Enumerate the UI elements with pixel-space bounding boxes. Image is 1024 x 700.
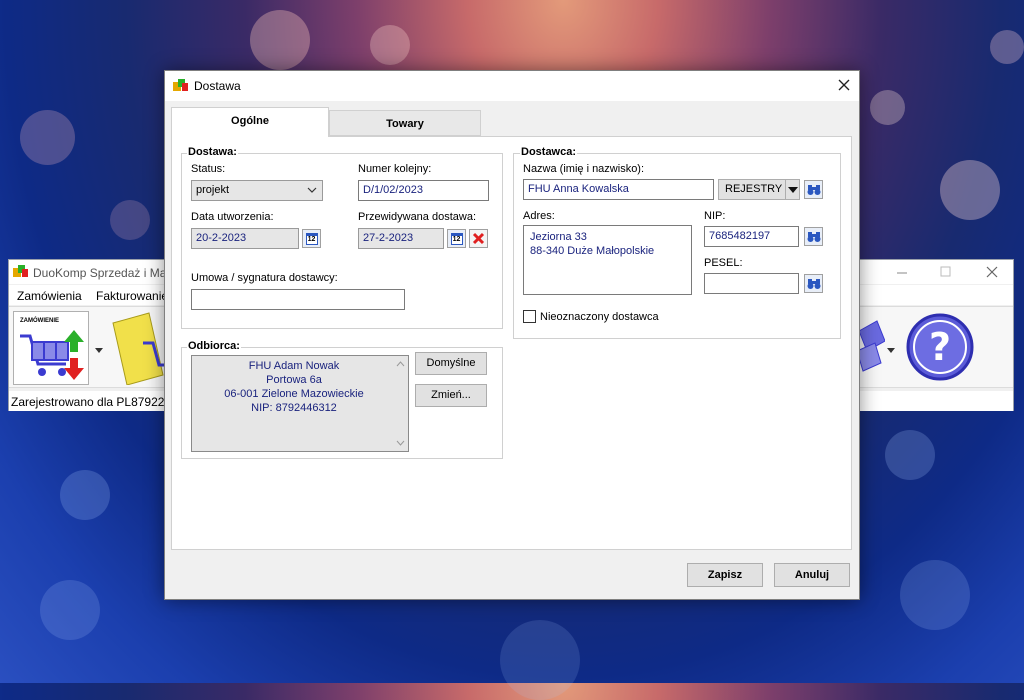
adres-label: Adres: [523,210,555,222]
nazwa-label: Nazwa (imię i nazwisko): [523,163,645,175]
status-select[interactable]: projekt [191,180,323,201]
nieoznaczony-label[interactable]: Nieoznaczony dostawca [540,311,659,323]
scroll-up-icon[interactable] [396,361,405,367]
clear-date-button[interactable] [469,229,488,248]
chevron-down-icon [307,187,317,193]
numer-label: Numer kolejny: [358,163,432,175]
data-utworzenia-field[interactable]: 20-2-2023 [191,228,299,249]
status-value: projekt [196,184,230,196]
help-icon[interactable]: ? [905,312,975,382]
zmien-button[interactable]: Zmień... [415,384,487,407]
odbiorca-address-box[interactable]: FHU Adam Nowak Portowa 6a 06-001 Zielone… [191,355,409,452]
tab-towary[interactable]: Towary [329,110,481,136]
domyslne-button[interactable]: Domyślne [415,352,487,375]
app-logo-icon [13,265,29,278]
orders-toolbar-button[interactable]: ZAMÓWIENIE [13,311,89,385]
tab-ogolne[interactable]: Ogólne [171,107,329,137]
dostawa-dialog: Dostawa Ogólne Towary Dostawa: Status: p… [164,70,860,600]
umowa-label: Umowa / sygnatura dostawcy: [191,272,338,284]
adres-box[interactable]: Jeziorna 33 88-340 Duże Małopolskie [523,225,692,295]
search-nip-button[interactable] [804,227,823,246]
odbiorca-line: FHU Adam Nowak [248,360,340,372]
odbiorca-line: Portowa 6a [266,374,322,386]
dostawca-group-label: Dostawca: [520,146,578,158]
numer-field[interactable]: D/1/02/2023 [358,180,489,201]
pesel-field[interactable] [704,273,799,294]
chevron-down-icon[interactable] [95,345,103,357]
dialog-titlebar: Dostawa [165,71,859,101]
pesel-label: PESEL: [704,257,743,269]
menu-zamowienia[interactable]: Zamówienia [17,289,82,303]
calendar-button-przewidywana[interactable]: 12 [447,229,466,248]
binoculars-icon [807,278,820,289]
tab-towary-label: Towary [386,118,424,130]
dialog-close-icon[interactable] [835,76,853,94]
order-icon-label: ZAMÓWIENIE [20,318,59,324]
dialog-title: Dostawa [194,79,241,93]
tab-panel: Dostawa: Status: projekt Numer kolejny: … [171,136,852,550]
nieoznaczony-checkbox[interactable] [523,310,536,323]
umowa-field[interactable] [191,289,405,310]
dostawa-group-label: Dostawa: [187,146,238,158]
delete-x-icon [472,232,485,245]
chevron-down-icon-2[interactable] [887,345,895,357]
calendar-button-utworzenia[interactable]: 12 [302,229,321,248]
odbiorca-line: NIP: 8792446312 [251,402,337,414]
scroll-down-icon[interactable] [396,440,405,446]
rejestry-dropdown[interactable] [785,180,799,199]
minimize-icon[interactable] [893,263,911,281]
close-icon[interactable] [983,263,1001,281]
przewidywana-label: Przewidywana dostawa: [358,211,477,223]
search-nazwa-button[interactable] [804,180,823,199]
main-title: DuoKomp Sprzedaż i Ma [33,266,167,280]
shopping-cart-icon [20,330,84,380]
data-utworzenia-label: Data utworzenia: [191,211,274,223]
rejestry-label: REJESTRY [725,183,783,195]
binoculars-icon [807,184,820,195]
odbiorca-group-label: Odbiorca: [187,340,241,352]
calendar-icon: 12 [305,232,318,245]
nazwa-field[interactable]: FHU Anna Kowalska [523,179,714,200]
chevron-down-icon [788,187,798,193]
save-button[interactable]: Zapisz [687,563,763,587]
svg-text:?: ? [929,325,951,369]
maximize-icon[interactable] [937,263,955,281]
binoculars-icon [807,231,820,242]
invoice-toolbar-icon[interactable] [109,311,165,385]
app-logo-icon [173,79,189,92]
search-pesel-button[interactable] [804,274,823,293]
rejestry-button[interactable]: REJESTRY [718,179,800,200]
menu-fakturowanie[interactable]: Fakturowanie [96,289,168,303]
nip-field[interactable]: 7685482197 [704,226,799,247]
przewidywana-field[interactable]: 27-2-2023 [358,228,444,249]
tab-ogolne-label: Ogólne [231,115,269,127]
calendar-icon: 12 [450,232,463,245]
cancel-button[interactable]: Anuluj [774,563,850,587]
adres-line: Jeziorna 33 [530,231,587,243]
odbiorca-line: 06-001 Zielone Mazowieckie [224,388,364,400]
status-label: Status: [191,163,226,175]
nip-label: NIP: [704,210,726,222]
adres-line: 88-340 Duże Małopolskie [530,245,655,257]
